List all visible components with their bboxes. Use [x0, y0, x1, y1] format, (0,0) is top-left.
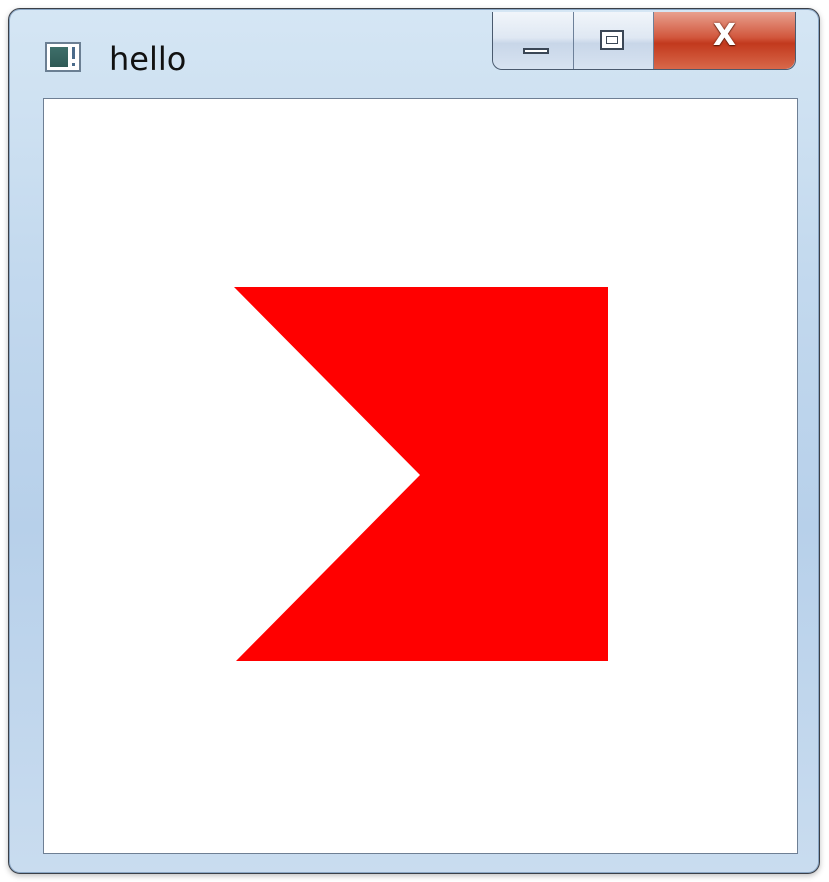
close-button[interactable]: X [653, 12, 795, 69]
window-title: hello [109, 40, 187, 78]
window-controls: X [492, 12, 796, 70]
close-icon: X [712, 18, 737, 53]
client-area [43, 98, 798, 854]
red-shape [234, 287, 608, 661]
app-window-icon[interactable] [45, 42, 81, 72]
maximize-icon [600, 30, 625, 50]
drawing-canvas [234, 287, 608, 661]
maximize-button[interactable] [574, 12, 654, 69]
minimize-button[interactable] [493, 12, 575, 69]
title-bar[interactable]: hello X [9, 9, 819, 99]
app-window: hello X [8, 8, 820, 874]
minimize-icon [523, 48, 549, 54]
